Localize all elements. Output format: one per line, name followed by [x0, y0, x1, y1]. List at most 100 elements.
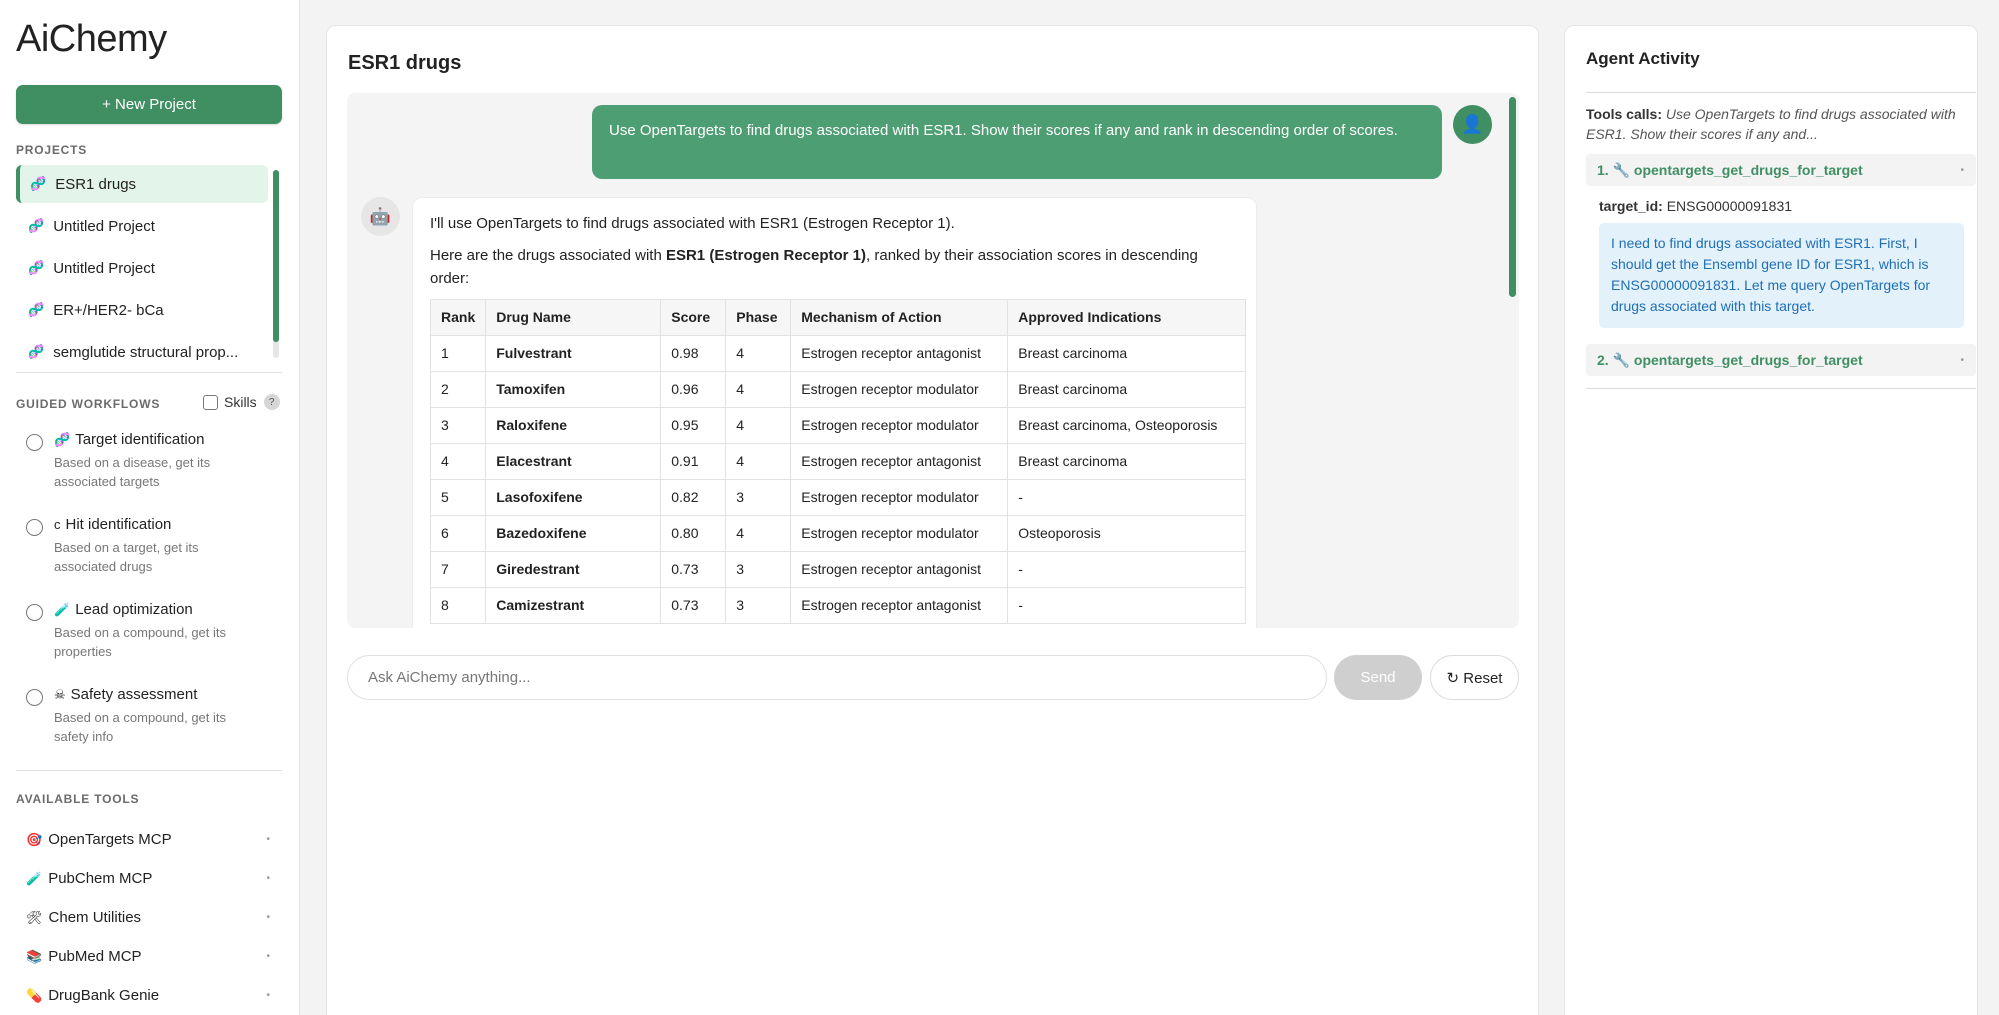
table-row: 8 Camizestrant 0.73 3 Estrogen receptor anta…: [429, 587, 1246, 624]
radio-target-identification[interactable]: [26, 434, 43, 451]
agent-thought: I need to find drugs associated with ESR…: [1599, 223, 1964, 328]
table-cell: 3: [725, 551, 792, 588]
tool-pubmed-mcp[interactable]: 📚 PubMed MCP •: [16, 937, 282, 976]
project-item-semglutide[interactable]: 🧬 semglutide structural prop...: [16, 333, 268, 371]
workflow-description: Based on a target, get its associated dr…: [54, 540, 199, 574]
project-item-er-her2-bca[interactable]: 🧬 ER+/HER2- bCa: [16, 291, 268, 329]
user-avatar-icon: 👤: [1453, 105, 1492, 144]
tool-label: PubChem MCP: [48, 870, 153, 887]
sidebar-divider: [16, 770, 282, 771]
project-item-esr1-drugs[interactable]: 🧬 ESR1 drugs: [16, 165, 268, 203]
table-cell: Fulvestrant: [485, 335, 662, 372]
tools-list: 🎯 OpenTargets MCP • 🧪 PubChem MCP • 🛠 Ch…: [16, 820, 282, 1015]
chat-scrollbar-thumb[interactable]: [1509, 97, 1516, 297]
tool-call-label: 2. 🔧 opentargets_get_drugs_for_target: [1597, 351, 1863, 368]
table-cell: Camizestrant: [485, 587, 662, 624]
chat-messages[interactable]: Use OpenTargets to find drugs associated…: [347, 93, 1519, 628]
table-cell: 7: [429, 551, 487, 588]
table-cell: 1: [429, 335, 487, 372]
table-cell: Estrogen receptor modulator: [790, 479, 1009, 516]
param-value: ENSG00000091831: [1666, 198, 1793, 214]
expand-dot-icon: •: [1960, 354, 1964, 366]
table-row: 4 Elacestrant 0.91 4 Estrogen receptor antag…: [429, 443, 1246, 480]
tool-pubchem-mcp[interactable]: 🧪 PubChem MCP •: [16, 859, 282, 898]
table-cell: 4: [725, 335, 792, 372]
table-cell: Estrogen receptor antagonist: [790, 335, 1009, 372]
expand-dot-icon: •: [1960, 164, 1964, 176]
project-item-untitled-1[interactable]: 🧬 Untitled Project: [16, 207, 268, 245]
hit-icon: c: [54, 517, 61, 532]
tool-call-1[interactable]: 1. 🔧 opentargets_get_drugs_for_target •: [1586, 154, 1976, 186]
dna-icon: 🧬: [28, 218, 45, 233]
status-dot-icon: •: [266, 990, 270, 1001]
tool-call-2[interactable]: 2. 🔧 opentargets_get_drugs_for_target •: [1586, 344, 1976, 376]
agent-divider: [1586, 92, 1976, 93]
table-cell: Breast carcinoma: [1007, 335, 1246, 372]
sidebar: AiChemy + New Project PROJECTS 🧬 ESR1 dr…: [0, 0, 300, 1015]
col-phase: Phase: [725, 299, 792, 336]
reset-button[interactable]: ↻ Reset: [1430, 655, 1519, 700]
send-button[interactable]: Send: [1334, 655, 1422, 700]
summary-bold: ESR1 (Estrogen Receptor 1): [665, 247, 867, 264]
workflow-title-text: Hit identification: [65, 516, 172, 533]
dna-icon: 🧬: [54, 432, 71, 447]
project-item-label: ER+/HER2- bCa: [53, 301, 164, 319]
workflow-description: Based on a disease, get its associated t…: [54, 455, 211, 489]
agent-divider: [1586, 388, 1976, 389]
tool-label: DrugBank Genie: [48, 987, 160, 1004]
dna-icon: 🧬: [30, 176, 47, 191]
tool-chem-utilities[interactable]: 🛠 Chem Utilities •: [16, 898, 282, 937]
agent-activity-panel: Agent Activity Tools calls: Use OpenTarg…: [1564, 25, 1978, 1015]
table-cell: 4: [725, 407, 792, 444]
table-cell: -: [1007, 587, 1246, 624]
table-cell: 5: [429, 479, 487, 516]
workflow-title-text: Lead optimization: [75, 601, 193, 618]
assistant-message: I'll use OpenTargets to find drugs assoc…: [412, 197, 1257, 628]
table-cell: 0.82: [660, 479, 727, 516]
workflow-title: 🧪 Lead optimization: [54, 601, 193, 618]
tool-opentargets-mcp[interactable]: 🎯 OpenTargets MCP •: [16, 820, 282, 859]
project-item-untitled-2[interactable]: 🧬 Untitled Project: [16, 249, 268, 287]
table-cell: Estrogen receptor modulator: [790, 407, 1009, 444]
bot-avatar-icon: 🤖: [361, 197, 400, 236]
assistant-summary: Here are the drugs associated with ESR1 …: [430, 244, 1239, 290]
dna-icon: 🧬: [28, 302, 45, 317]
skills-toggle[interactable]: Skills ?: [203, 394, 280, 410]
radio-lead-optimization[interactable]: [26, 604, 43, 621]
test-tube-icon: 🧪: [26, 870, 43, 886]
page-title: ESR1 drugs: [348, 52, 462, 74]
dna-icon: 🧬: [28, 260, 45, 275]
chat-input[interactable]: [347, 655, 1327, 700]
skills-checkbox[interactable]: [203, 394, 218, 410]
table-cell: Breast carcinoma: [1007, 443, 1246, 480]
status-dot-icon: •: [266, 912, 270, 923]
tool-label: PubMed MCP: [48, 948, 142, 965]
table-cell: 3: [429, 407, 487, 444]
table-row: 6 Bazedoxifene 0.80 4 Estrogen receptor modu…: [429, 515, 1246, 552]
radio-safety-assessment[interactable]: [26, 689, 43, 706]
col-indications: Approved Indications: [1007, 299, 1246, 336]
table-cell: 0.73: [660, 587, 727, 624]
table-header-row: Rank Drug Name Score Phase Mechanism of …: [429, 299, 1246, 336]
col-rank: Rank: [429, 299, 487, 336]
workflow-description: Based on a compound, get its properties: [54, 625, 227, 659]
tool-calls-label: Tools calls:: [1586, 106, 1662, 122]
table-cell: Estrogen receptor modulator: [790, 371, 1009, 408]
agent-activity-title: Agent Activity: [1586, 49, 1700, 68]
project-scrollbar-thumb[interactable]: [273, 170, 279, 342]
table-cell: 4: [725, 515, 792, 552]
radio-hit-identification[interactable]: [26, 519, 43, 536]
tool-drugbank-genie[interactable]: 💊 DrugBank Genie •: [16, 976, 282, 1015]
table-cell: Osteoporosis: [1007, 515, 1246, 552]
table-cell: Estrogen receptor modulator: [790, 515, 1009, 552]
tools-icon: 🛠: [26, 909, 43, 925]
help-icon[interactable]: ?: [263, 394, 280, 410]
new-project-button[interactable]: + New Project: [16, 85, 282, 124]
table-cell: Lasofoxifene: [485, 479, 662, 516]
table-cell: Breast carcinoma: [1007, 371, 1246, 408]
project-item-label: Untitled Project: [53, 217, 155, 235]
app-logo: AiChemy: [16, 18, 167, 60]
table-cell: Bazedoxifene: [485, 515, 662, 552]
table-cell: 3: [725, 479, 792, 516]
tool-call-param: target_id: ENSG00000091831: [1599, 198, 1792, 214]
